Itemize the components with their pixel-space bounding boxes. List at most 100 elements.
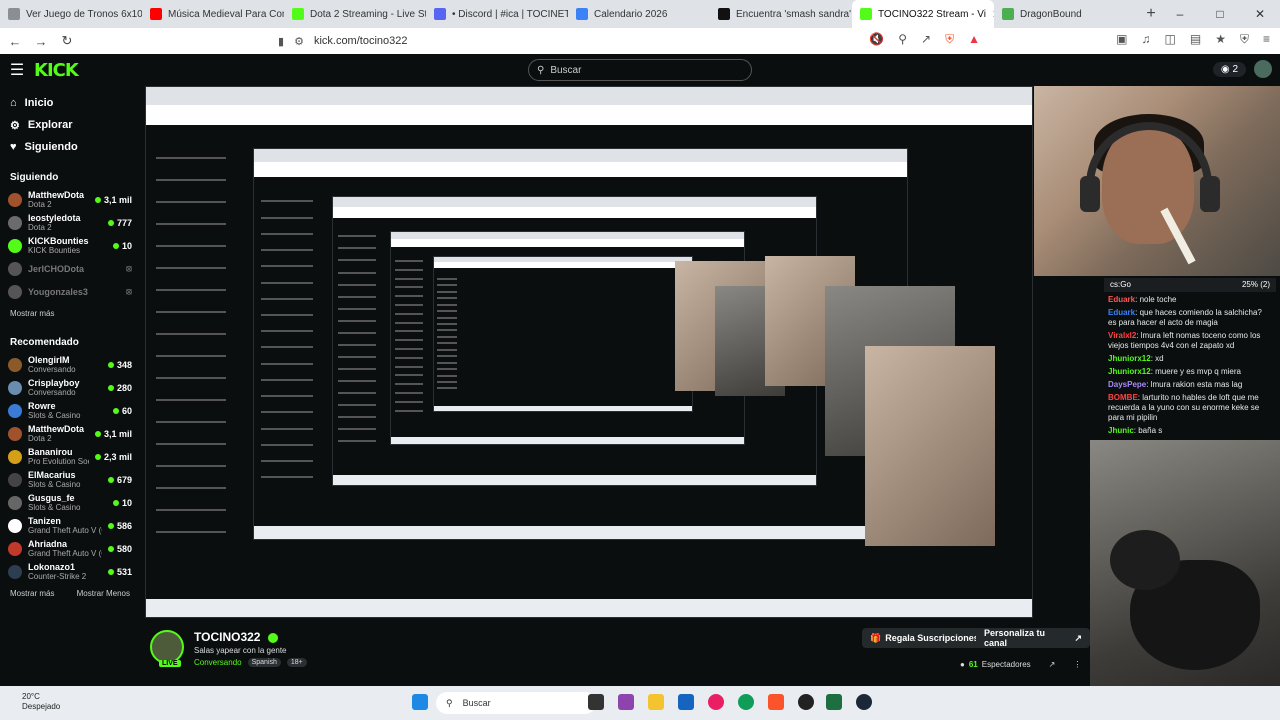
tab-favicon-icon bbox=[576, 8, 588, 20]
screenshot-icon[interactable]: ▣ bbox=[1116, 32, 1127, 47]
excel-icon[interactable] bbox=[826, 694, 842, 710]
channel-viewers: 3,1 mil bbox=[94, 429, 132, 439]
music-icon[interactable]: ♫ bbox=[1142, 32, 1151, 47]
hamburger-menu-icon[interactable]: ☰ bbox=[0, 60, 34, 80]
browser-tab[interactable]: Música Medieval Para Concen bbox=[142, 0, 284, 28]
calculator-icon[interactable] bbox=[678, 694, 694, 710]
streamer-name[interactable]: TOCINO322 bbox=[194, 630, 260, 644]
extensions-icon[interactable]: ★ bbox=[1215, 32, 1226, 47]
nav-siguiendo[interactable]: ♥ Siguiendo bbox=[0, 136, 140, 158]
sidebar-channel[interactable]: TanizenGrand Theft Auto V (G... 586 bbox=[0, 514, 140, 537]
chat-username[interactable]: Jhuniorx12 bbox=[1108, 354, 1151, 363]
streamer-avatar[interactable] bbox=[150, 630, 184, 664]
site-info-icon[interactable]: ⚙ bbox=[294, 35, 304, 48]
vpn-icon[interactable]: ⛨ bbox=[1240, 32, 1249, 47]
sidebar-channel[interactable]: Rowre Slots & Casino 60 bbox=[0, 399, 140, 422]
browser-tab[interactable]: Ver Juego de Tronos 6x10 Onli bbox=[0, 0, 142, 28]
browser-tab[interactable]: DragonBound bbox=[994, 0, 1136, 28]
mute-icon[interactable]: 🔇 bbox=[869, 32, 884, 47]
channel-avatar bbox=[8, 261, 22, 276]
rewards-icon[interactable]: ▲ bbox=[968, 32, 980, 47]
forward-icon[interactable]: → bbox=[30, 34, 52, 49]
customize-channel-button[interactable]: Personaliza tu canal ↗ bbox=[976, 628, 1090, 648]
channel-viewers: 348 bbox=[107, 360, 132, 370]
wallet-icon[interactable]: ▤ bbox=[1190, 32, 1201, 47]
show-more-following[interactable]: Mostrar más bbox=[10, 309, 54, 323]
stream-category[interactable]: Conversando bbox=[194, 658, 242, 667]
search-input[interactable]: ⚲ Buscar bbox=[528, 59, 752, 81]
sidebar-channel[interactable]: OlengirIM Conversando 348 bbox=[0, 353, 140, 376]
more-options-icon[interactable]: ⋮ bbox=[1073, 660, 1081, 669]
nav-explorar[interactable]: ⚙ Explorar bbox=[0, 114, 140, 136]
task-view-icon[interactable] bbox=[588, 694, 604, 710]
chat-username[interactable]: DaysPepe bbox=[1108, 380, 1146, 389]
sidebar-channel[interactable]: ElMacarius Slots & Casino 679 bbox=[0, 468, 140, 491]
poll-bar[interactable]: cs:Go 25% (2) bbox=[1104, 278, 1276, 292]
chat-username[interactable]: BOMBE bbox=[1108, 393, 1138, 402]
brave-icon[interactable] bbox=[768, 694, 784, 710]
share-icon[interactable]: ↗ bbox=[921, 32, 931, 47]
edge-icon[interactable] bbox=[738, 694, 754, 710]
browser-tab[interactable]: • Discord | #ica | TOCINETA fa bbox=[426, 0, 568, 28]
chat-username[interactable]: Viralxl2 bbox=[1108, 331, 1136, 340]
live-dot-icon bbox=[107, 476, 114, 483]
chat-username[interactable]: Jhuniorx12 bbox=[1108, 367, 1151, 376]
sidebar-channel[interactable]: JerICHODota ⦻ bbox=[0, 257, 140, 280]
chat-username[interactable]: Eduark bbox=[1108, 308, 1135, 317]
copilot-icon[interactable] bbox=[618, 694, 634, 710]
nav-inicio[interactable]: ⌂ Inicio bbox=[0, 92, 140, 114]
kick-logo[interactable]: KICK bbox=[34, 60, 79, 81]
brave-shield-icon[interactable]: ⛨ bbox=[945, 32, 954, 47]
browser-tab[interactable]: Dota 2 Streaming - Live Stream bbox=[284, 0, 426, 28]
maximize-icon[interactable]: □ bbox=[1200, 0, 1240, 28]
channel-avatar bbox=[8, 495, 22, 510]
sidebar-channel[interactable]: MatthewDota Dota 2 3,1 mil bbox=[0, 188, 140, 211]
browser-tab[interactable]: TOCINO322 Stream - Vi✕ bbox=[852, 0, 994, 28]
show-less-recommended[interactable]: Mostrar Menos bbox=[77, 589, 130, 603]
sidebar-channel[interactable]: Crisplayboy Conversando 280 bbox=[0, 376, 140, 399]
verified-icon bbox=[267, 632, 278, 643]
sidebar-channel[interactable]: Lokonazo1 Counter-Strike 2 531 bbox=[0, 560, 140, 583]
opera-icon[interactable] bbox=[708, 694, 724, 710]
back-icon[interactable]: ← bbox=[4, 34, 26, 49]
language-tag[interactable]: Spanish bbox=[247, 658, 281, 667]
show-more-recommended[interactable]: Mostrar más bbox=[10, 589, 54, 603]
browser-tab[interactable]: Encuentra 'smash sandra' en T bbox=[710, 0, 852, 28]
sidebar-icon[interactable]: ◫ bbox=[1165, 32, 1176, 47]
sidebar-channel[interactable]: MatthewDota Dota 2 3,1 mil bbox=[0, 422, 140, 445]
viewer-count: ● 61 Espectadores ↗ ⋮ bbox=[960, 660, 1082, 669]
reload-icon[interactable]: ↻ bbox=[56, 33, 78, 49]
live-dot-icon bbox=[107, 384, 114, 391]
sidebar-channel[interactable]: leostyledota Dota 2 777 bbox=[0, 211, 140, 234]
sidebar-channel[interactable]: AhriadnaGrand Theft Auto V (G... 580 bbox=[0, 537, 140, 560]
zoom-icon[interactable]: ⚲ bbox=[898, 32, 907, 47]
menu-icon[interactable]: ≡ bbox=[1263, 32, 1270, 47]
sidebar-channel[interactable]: BananirouPro Evolution Soccer 2,3 mil bbox=[0, 445, 140, 468]
sidebar-channel[interactable]: Gusgus_fe Slots & Casino 10 bbox=[0, 491, 140, 514]
channel-avatar bbox=[8, 541, 22, 556]
heart-icon: ♥ bbox=[10, 141, 17, 153]
channel-name: JerICHODota bbox=[28, 263, 85, 274]
chat-username[interactable]: Jhunic bbox=[1108, 426, 1134, 435]
video-player[interactable] bbox=[145, 86, 1033, 618]
sidebar-channel[interactable]: KICKBounties KICK Bounties 10 bbox=[0, 234, 140, 257]
live-dot-icon bbox=[112, 407, 119, 414]
kicks-coins-badge[interactable]: ◉ 2 bbox=[1212, 61, 1246, 77]
close-window-icon[interactable]: ✕ bbox=[1240, 0, 1280, 28]
chat-username[interactable]: Eduark bbox=[1108, 295, 1135, 304]
url-text[interactable]: kick.com/tocino322 bbox=[314, 35, 408, 47]
bookmark-icon[interactable]: ▮ bbox=[278, 35, 284, 48]
windows-start-icon[interactable] bbox=[412, 694, 428, 710]
file-explorer-icon[interactable] bbox=[648, 694, 664, 710]
weather-widget[interactable]: 20°C Despejado bbox=[22, 692, 60, 712]
taskbar-search[interactable]: ⚲ Buscar bbox=[436, 692, 596, 714]
share-stream-icon[interactable]: ↗ bbox=[1049, 660, 1056, 669]
gift-subscriptions-button[interactable]: 🎁 Regala Suscripciones bbox=[862, 628, 987, 648]
minimize-icon[interactable]: – bbox=[1160, 0, 1200, 28]
steam-icon[interactable] bbox=[856, 694, 872, 710]
user-avatar[interactable] bbox=[1254, 60, 1272, 78]
channel-name: Crisplayboy bbox=[28, 378, 80, 388]
browser-tab[interactable]: Calendario 2026 bbox=[568, 0, 710, 28]
obs-icon[interactable] bbox=[798, 694, 814, 710]
sidebar-channel[interactable]: Yougonzales3 ⦻ bbox=[0, 280, 140, 303]
